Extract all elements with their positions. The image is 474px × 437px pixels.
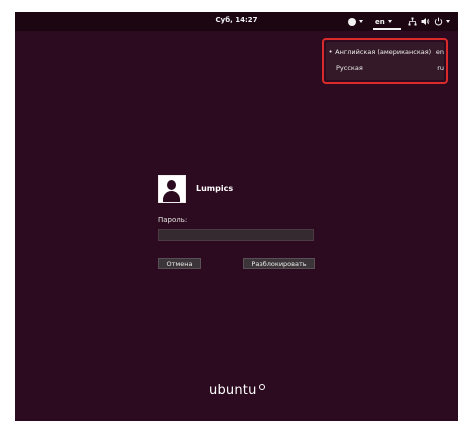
username: Lumpics xyxy=(196,184,234,193)
password-field[interactable] xyxy=(158,229,314,241)
volume-button[interactable] xyxy=(421,16,430,27)
ubuntu-logo: ubuntu xyxy=(209,383,265,398)
chevron-down-icon xyxy=(359,20,363,23)
language-popup-body: • Английская (американская) en Русская r… xyxy=(326,42,444,80)
unlock-button[interactable]: Разблокировать xyxy=(243,258,315,269)
language-option-en[interactable]: • Английская (американская) en xyxy=(326,46,445,58)
network-icon xyxy=(408,17,417,26)
avatar xyxy=(158,175,186,203)
power-menu[interactable] xyxy=(434,16,450,27)
accessibility-menu[interactable] xyxy=(348,16,363,27)
volume-icon xyxy=(421,18,430,25)
language-name: Английская (американская) xyxy=(335,48,432,56)
language-option-ru[interactable]: Русская ru xyxy=(326,62,444,74)
network-button[interactable] xyxy=(408,16,417,27)
power-icon xyxy=(434,17,443,26)
active-menu-underline xyxy=(373,28,401,30)
language-menu-button[interactable]: en xyxy=(375,16,392,27)
user-head-shape xyxy=(167,180,176,190)
language-name: Русская xyxy=(336,64,363,72)
password-label: Пароль: xyxy=(158,216,188,224)
lock-screen: Суб, 14:27 en • Английская (американская… xyxy=(15,12,458,421)
selected-bullet-icon: • xyxy=(328,48,333,56)
language-code: ru xyxy=(437,64,444,72)
chevron-down-icon xyxy=(387,20,392,23)
circle-of-friends-icon xyxy=(258,383,265,390)
top-bar: Суб, 14:27 en xyxy=(15,12,458,31)
accessibility-icon xyxy=(348,17,356,26)
language-popup: • Английская (американская) en Русская r… xyxy=(322,38,448,84)
chevron-down-icon xyxy=(446,20,450,23)
cancel-button[interactable]: Отмена xyxy=(158,258,201,269)
user-body-shape xyxy=(163,191,180,202)
logo-text: ubuntu xyxy=(209,383,257,398)
language-code: en xyxy=(435,48,444,56)
language-indicator: en xyxy=(375,17,385,26)
